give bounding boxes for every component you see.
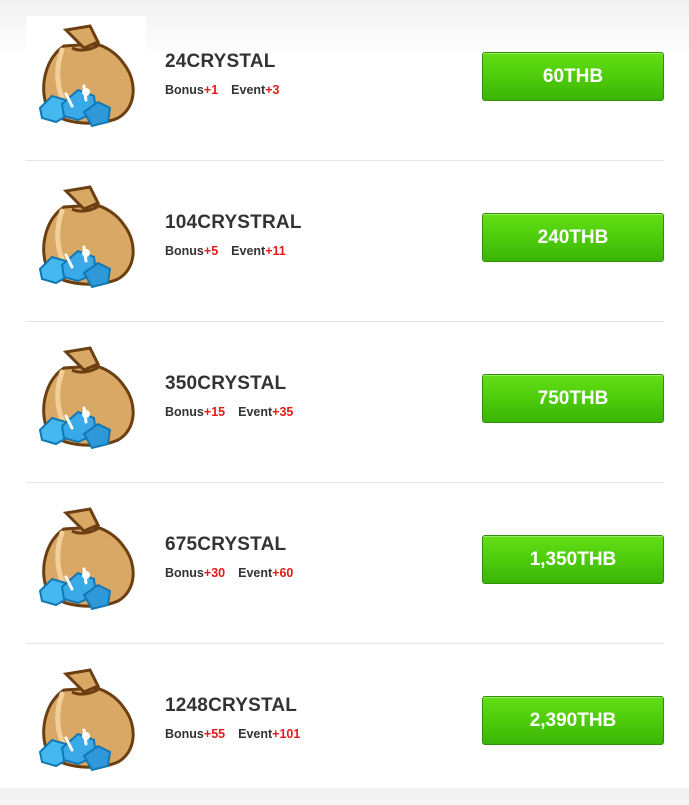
bonus-label: Bonus — [165, 83, 204, 97]
bonus-value: +1 — [203, 83, 219, 97]
buy-button[interactable]: 2,390THB — [482, 696, 664, 745]
bonus-value: +30 — [203, 566, 226, 580]
package-bonus-info: Bonus+5 Event+11 — [165, 244, 286, 258]
crystal-bag-icon — [26, 16, 146, 136]
package-name: 350CRYSTAL — [165, 373, 287, 394]
crystal-bag-icon — [26, 338, 146, 458]
crystal-bag-icon — [26, 660, 146, 780]
crystal-bag-icon — [26, 499, 146, 619]
package-row: 675CRYSTAL Bonus+30 Event+60 1,350THB — [26, 483, 664, 644]
event-label: Event — [231, 244, 266, 258]
bonus-label: Bonus — [165, 727, 204, 741]
package-bonus-info: Bonus+15 Event+35 — [165, 405, 293, 419]
bonus-value: +5 — [203, 244, 219, 258]
crystal-package-list: 24CRYSTAL Bonus+1 Event+3 60THB 104CRYSTR… — [26, 0, 664, 805]
package-bonus-info: Bonus+55 Event+101 — [165, 727, 300, 741]
package-name: 24CRYSTAL — [165, 51, 276, 72]
event-value: +101 — [272, 727, 301, 741]
buy-button[interactable]: 750THB — [482, 374, 664, 423]
package-name: 675CRYSTAL — [165, 534, 287, 555]
event-label: Event — [238, 405, 273, 419]
package-name: 104CRYSTRAL — [165, 212, 302, 233]
package-row: 24CRYSTAL Bonus+1 Event+3 60THB — [26, 0, 664, 161]
event-label: Event — [238, 727, 273, 741]
package-bonus-info: Bonus+30 Event+60 — [165, 566, 293, 580]
event-value: +35 — [272, 405, 294, 419]
package-row: 104CRYSTRAL Bonus+5 Event+11 240THB — [26, 161, 664, 322]
event-label: Event — [238, 566, 273, 580]
bonus-label: Bonus — [165, 405, 204, 419]
bonus-value: +15 — [203, 405, 226, 419]
package-bonus-info: Bonus+1 Event+3 — [165, 83, 279, 97]
event-value: +3 — [265, 83, 280, 97]
event-label: Event — [231, 83, 266, 97]
package-row: 350CRYSTAL Bonus+15 Event+35 750THB — [26, 322, 664, 483]
package-row: 1248CRYSTAL Bonus+55 Event+101 2,390THB — [26, 644, 664, 805]
buy-button[interactable]: 60THB — [482, 52, 664, 101]
event-value: +11 — [265, 244, 286, 258]
package-name: 1248CRYSTAL — [165, 695, 298, 716]
event-value: +60 — [272, 566, 294, 580]
bonus-label: Bonus — [165, 244, 204, 258]
bonus-value: +55 — [203, 727, 226, 741]
buy-button[interactable]: 1,350THB — [482, 535, 664, 584]
crystal-bag-icon — [26, 177, 146, 297]
bonus-label: Bonus — [165, 566, 204, 580]
buy-button[interactable]: 240THB — [482, 213, 664, 262]
